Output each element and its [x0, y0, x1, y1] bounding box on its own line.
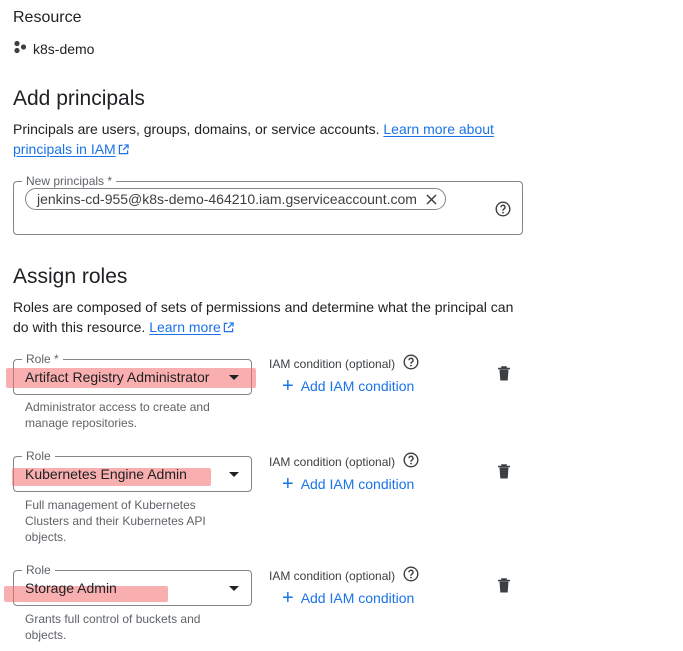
resource-name: k8s-demo — [33, 40, 95, 57]
role-desc-line: Clusters and their Kubernetes API — [25, 514, 206, 528]
role-desc-line: Grants full control of buckets and — [25, 612, 201, 626]
delete-icon[interactable] — [497, 464, 511, 484]
help-icon[interactable] — [403, 354, 419, 373]
learn-more-roles-link[interactable]: Learn more — [149, 319, 221, 335]
help-icon[interactable] — [403, 566, 419, 585]
project-nodes-icon — [13, 40, 27, 57]
principals-desc-text: Principals are users, groups, domains, o… — [13, 121, 380, 137]
role-label: Role — [22, 449, 55, 463]
add-principals-heading: Add principals — [13, 87, 145, 110]
assign-roles-heading: Assign roles — [13, 265, 128, 288]
iam-condition-text: IAM condition (optional) — [269, 356, 396, 371]
resource-row: k8s-demo — [13, 40, 94, 57]
close-icon[interactable] — [425, 192, 439, 206]
iam-condition-text: IAM condition (optional) — [269, 454, 396, 469]
role-label: Role * — [22, 352, 63, 366]
role-desc-line: objects. — [25, 628, 67, 642]
role-description: Administrator access to create and manag… — [25, 399, 225, 431]
open-in-new-icon — [223, 318, 234, 338]
open-in-new-icon — [118, 140, 129, 160]
principals-in-iam-link[interactable]: principals in IAM — [13, 141, 116, 157]
add-iam-condition-label: Add IAM condition — [300, 476, 415, 492]
role-desc-line: Full management of Kubernetes — [25, 498, 196, 512]
iam-condition-label: IAM condition (optional) — [269, 354, 419, 373]
add-iam-condition-label: Add IAM condition — [300, 590, 415, 606]
iam-condition-text: IAM condition (optional) — [269, 568, 396, 583]
principals-description: Principals are users, groups, domains, o… — [13, 119, 523, 160]
new-principals-label: New principals * — [22, 174, 117, 188]
add-iam-condition-button[interactable]: + Add IAM condition — [282, 375, 415, 397]
delete-icon[interactable] — [497, 578, 511, 598]
principal-chip-value: jenkins-cd-955@k8s-demo-464210.iam.gserv… — [37, 191, 417, 207]
learn-more-principals-link[interactable]: Learn more about — [383, 121, 494, 137]
dropdown-arrow-icon — [229, 586, 239, 591]
principal-chip: jenkins-cd-955@k8s-demo-464210.iam.gserv… — [25, 188, 446, 210]
dropdown-arrow-icon — [229, 472, 239, 477]
add-iam-condition-button[interactable]: + Add IAM condition — [282, 473, 415, 495]
add-iam-condition-button[interactable]: + Add IAM condition — [282, 587, 415, 609]
role-desc-line: Administrator access to create and — [25, 400, 210, 414]
role-value: Storage Admin — [25, 580, 117, 596]
plus-icon: + — [282, 587, 294, 609]
iam-condition-label: IAM condition (optional) — [269, 452, 419, 471]
plus-icon: + — [282, 473, 294, 495]
role-select-2[interactable]: Role Kubernetes Engine Admin — [12, 449, 252, 492]
roles-desc-line2: do with this resource. — [13, 319, 146, 335]
role-value: Kubernetes Engine Admin — [25, 466, 187, 482]
role-desc-line: manage repositories. — [25, 416, 138, 430]
new-principals-field[interactable]: New principals * jenkins-cd-955@k8s-demo… — [13, 174, 523, 235]
role-select-3[interactable]: Role Storage Admin — [4, 563, 252, 606]
help-icon[interactable] — [403, 452, 419, 471]
delete-icon[interactable] — [497, 366, 511, 386]
plus-icon: + — [282, 375, 294, 397]
roles-description: Roles are composed of sets of permission… — [13, 297, 523, 338]
role-description: Grants full control of buckets and objec… — [25, 611, 225, 643]
role-value: Artifact Registry Administrator — [25, 369, 210, 385]
roles-desc-line1: Roles are composed of sets of permission… — [13, 299, 514, 315]
role-description: Full management of Kubernetes Clusters a… — [25, 497, 225, 545]
resource-heading: Resource — [13, 9, 82, 26]
help-icon[interactable] — [495, 201, 511, 222]
dropdown-arrow-icon — [229, 375, 239, 380]
role-desc-line: objects. — [25, 530, 67, 544]
role-label: Role — [22, 563, 55, 577]
role-select-1[interactable]: Role * Artifact Registry Administrator — [6, 352, 256, 395]
iam-condition-label: IAM condition (optional) — [269, 566, 419, 585]
add-iam-condition-label: Add IAM condition — [300, 378, 415, 394]
